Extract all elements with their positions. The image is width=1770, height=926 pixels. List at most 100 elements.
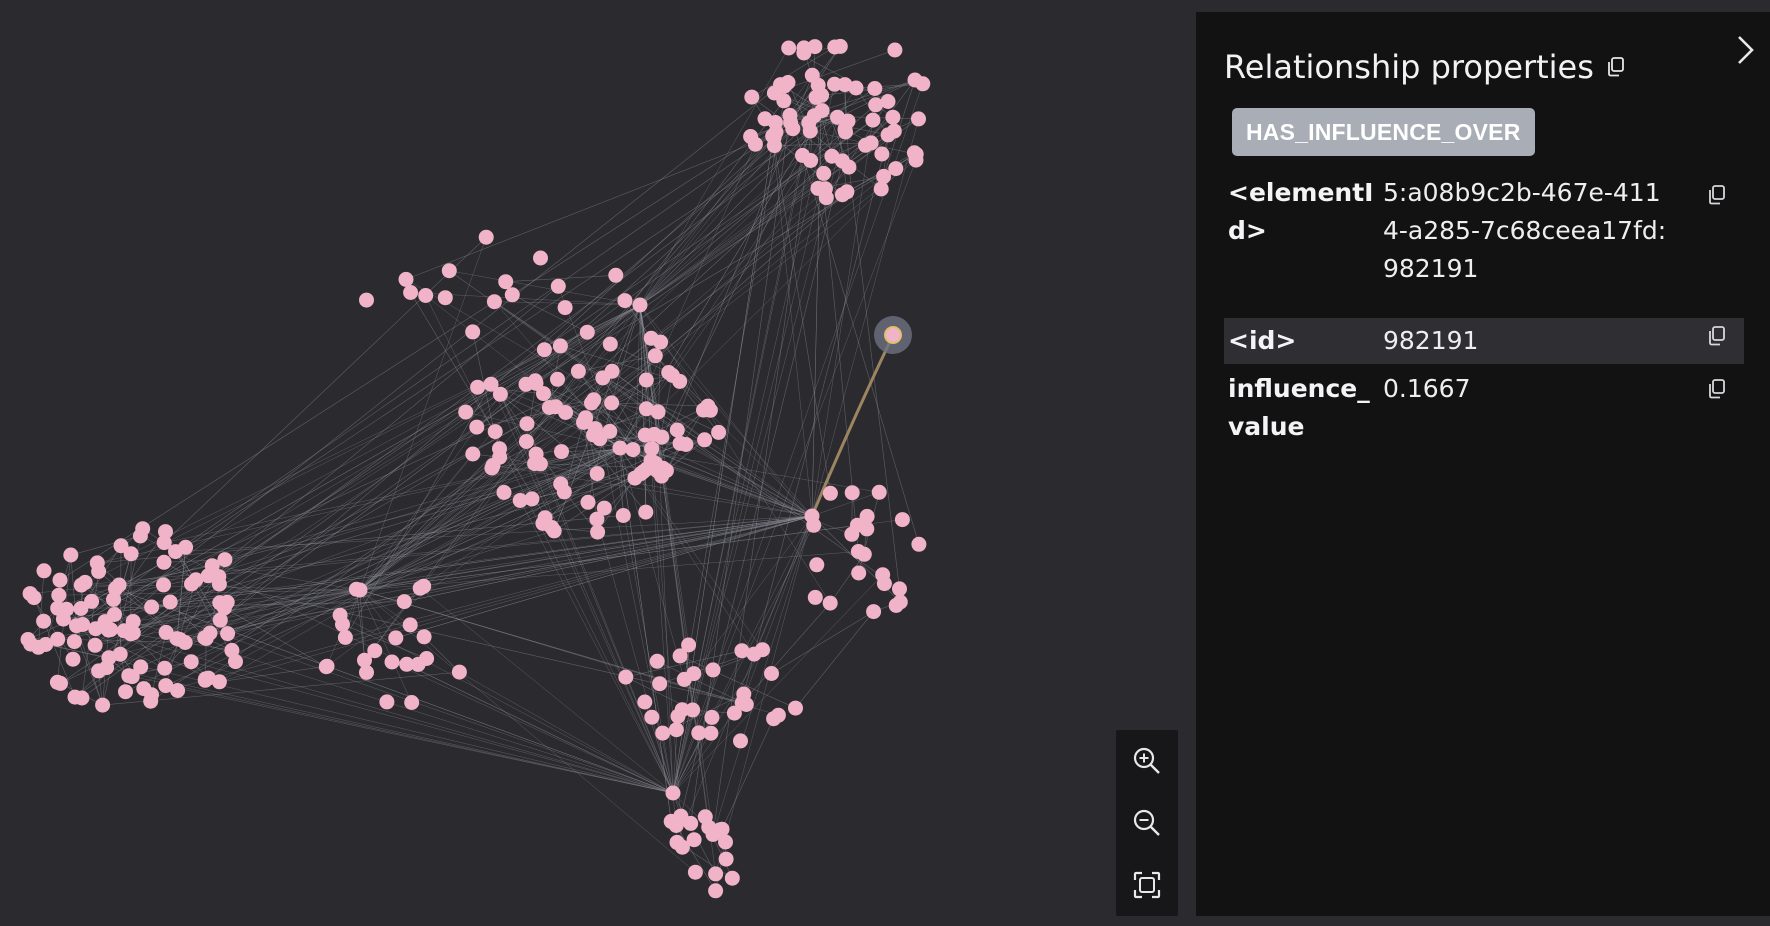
graph-node[interactable]	[536, 386, 551, 402]
graph-node[interactable]	[169, 631, 185, 647]
graph-node[interactable]	[410, 656, 426, 672]
graph-node[interactable]	[87, 637, 103, 653]
graph-node[interactable]	[184, 576, 199, 592]
graph-node[interactable]	[470, 379, 486, 395]
graph-node[interactable]	[894, 512, 910, 528]
graph-node[interactable]	[807, 589, 823, 605]
graph-node[interactable]	[404, 695, 420, 710]
graph-node[interactable]	[469, 419, 485, 435]
graph-node[interactable]	[412, 580, 428, 596]
collapse-panel-button[interactable]	[1728, 28, 1762, 72]
graph-node[interactable]	[911, 536, 927, 552]
graph-node[interactable]	[781, 40, 797, 56]
graph-node[interactable]	[570, 363, 586, 379]
graph-node[interactable]	[705, 662, 721, 678]
fit-to-screen-button[interactable]	[1127, 865, 1167, 905]
graph-node[interactable]	[888, 597, 904, 613]
graph-node[interactable]	[379, 694, 395, 710]
graph-node[interactable]	[885, 109, 901, 125]
graph-node[interactable]	[398, 271, 414, 287]
graph-node[interactable]	[496, 484, 512, 500]
graph-node[interactable]	[589, 466, 605, 482]
graph-node[interactable]	[849, 517, 865, 533]
graph-node[interactable]	[332, 607, 348, 623]
graph-node[interactable]	[764, 666, 779, 681]
graph-node[interactable]	[52, 572, 68, 588]
graph-node[interactable]	[212, 612, 228, 628]
zoom-out-button[interactable]	[1127, 803, 1167, 843]
graph-node[interactable]	[553, 476, 569, 492]
graph-node[interactable]	[876, 576, 892, 592]
graph-node[interactable]	[661, 365, 677, 380]
graph-node[interactable]	[50, 631, 66, 647]
graph-node[interactable]	[99, 660, 115, 676]
graph-node[interactable]	[53, 675, 68, 691]
graph-node[interactable]	[519, 416, 535, 432]
graph-node[interactable]	[834, 153, 850, 169]
graph-node[interactable]	[827, 39, 843, 55]
graph-node[interactable]	[524, 491, 540, 507]
graph-node[interactable]	[724, 870, 740, 886]
graph-node[interactable]	[580, 494, 596, 510]
graph-node[interactable]	[518, 434, 534, 449]
graph-node[interactable]	[683, 815, 699, 831]
graph-node[interactable]	[850, 544, 866, 559]
graph-node[interactable]	[536, 342, 552, 358]
graph-node[interactable]	[704, 709, 720, 725]
graph-node[interactable]	[803, 153, 819, 168]
graph-node[interactable]	[802, 123, 818, 139]
graph-node[interactable]	[776, 93, 792, 109]
graph-node[interactable]	[168, 544, 183, 560]
graph-node[interactable]	[352, 582, 368, 598]
graph-node[interactable]	[887, 42, 903, 58]
graph-node[interactable]	[734, 695, 750, 711]
graph-node[interactable]	[908, 152, 924, 168]
graph-node[interactable]	[596, 500, 612, 516]
graph-node[interactable]	[533, 250, 548, 266]
graph-node[interactable]	[804, 67, 820, 83]
graph-node[interactable]	[587, 421, 603, 437]
graph-node[interactable]	[136, 681, 152, 697]
graph-node[interactable]	[550, 371, 565, 387]
graph-node[interactable]	[697, 432, 713, 448]
graph-node[interactable]	[708, 866, 724, 882]
graph-node[interactable]	[632, 297, 648, 313]
graph-node[interactable]	[451, 664, 467, 680]
graph-node[interactable]	[224, 642, 240, 658]
graph-node[interactable]	[871, 484, 887, 500]
graph-node[interactable]	[718, 834, 733, 850]
graph-node[interactable]	[118, 684, 133, 700]
graph-node[interactable]	[197, 630, 213, 646]
graph-node[interactable]	[437, 290, 453, 306]
graph-node[interactable]	[644, 441, 660, 457]
graph-node[interactable]	[51, 587, 67, 603]
graph-node[interactable]	[658, 463, 674, 479]
graph-node[interactable]	[718, 851, 734, 867]
graph-node[interactable]	[112, 646, 128, 662]
graph-node[interactable]	[557, 300, 573, 316]
graph-node[interactable]	[162, 594, 178, 610]
graph-node[interactable]	[638, 504, 654, 520]
graph-node[interactable]	[708, 883, 724, 899]
graph-node[interactable]	[183, 654, 199, 670]
graph-node[interactable]	[617, 293, 633, 309]
graph-node[interactable]	[504, 287, 520, 303]
graph-node[interactable]	[652, 676, 668, 692]
graph-node[interactable]	[157, 660, 173, 676]
graph-node[interactable]	[743, 129, 759, 144]
graph-node[interactable]	[111, 577, 127, 593]
graph-node[interactable]	[77, 574, 93, 590]
graph-node[interactable]	[359, 292, 374, 308]
graph-node[interactable]	[816, 165, 832, 181]
graph-node[interactable]	[804, 508, 820, 524]
graph-node[interactable]	[465, 446, 481, 462]
zoom-in-button[interactable]	[1127, 741, 1167, 781]
graph-node[interactable]	[880, 94, 896, 109]
graph-node[interactable]	[590, 524, 606, 540]
graph-node[interactable]	[602, 336, 618, 352]
graph-node[interactable]	[685, 702, 701, 718]
graph-node[interactable]	[458, 404, 474, 420]
graph-node[interactable]	[554, 444, 569, 460]
graph-node[interactable]	[121, 668, 137, 684]
graph-node[interactable]	[604, 395, 620, 411]
